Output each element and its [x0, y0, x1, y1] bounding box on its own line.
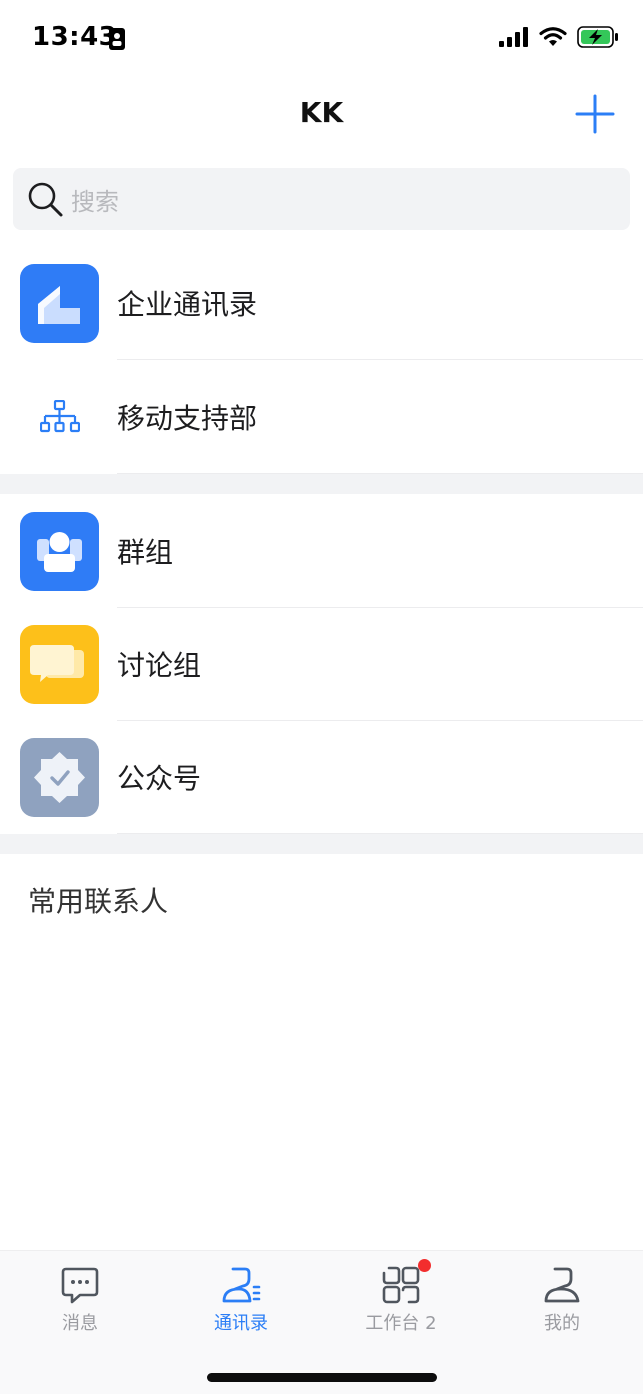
add-button[interactable] — [575, 94, 615, 134]
official-account-icon — [20, 737, 99, 817]
search-input[interactable]: 搜索 — [13, 168, 630, 230]
tab-label: 消息 — [62, 1313, 98, 1334]
tab-label: 工作台 2 — [365, 1313, 437, 1334]
plus-icon — [575, 94, 615, 134]
list-item-groups[interactable]: 群组 — [0, 494, 643, 608]
list-item-label: 企业通讯录 — [117, 288, 258, 321]
enterprise-directory-icon — [20, 263, 99, 343]
list-item-discussion-groups[interactable]: 讨论组 — [0, 607, 643, 721]
tab-workbench[interactable]: 工作台 2 — [321, 1259, 481, 1335]
list-item-official-accounts[interactable]: 公众号 — [0, 720, 643, 834]
status-time: 13:43 — [32, 22, 118, 52]
discussion-icon — [20, 624, 99, 704]
nav-bar: KK — [0, 78, 643, 158]
status-bar: 13:43 — [0, 0, 643, 78]
tab-label: 我的 — [544, 1313, 580, 1334]
workbench-icon-wrap — [381, 1259, 431, 1305]
notification-badge — [418, 1259, 431, 1272]
search-placeholder: 搜索 — [71, 187, 119, 216]
message-icon — [61, 1267, 99, 1304]
signal-icon — [499, 27, 528, 47]
contacts-icon — [222, 1267, 261, 1303]
page-title: KK — [299, 96, 344, 129]
search-icon — [28, 182, 63, 217]
status-indicators — [499, 26, 619, 48]
home-indicator[interactable] — [207, 1373, 437, 1382]
list-item-label: 讨论组 — [117, 649, 202, 682]
tab-contacts[interactable]: 通讯录 — [161, 1265, 321, 1335]
tab-label: 通讯录 — [214, 1313, 268, 1334]
list-item-enterprise-directory[interactable]: 企业通讯录 — [0, 246, 643, 360]
org-chart-icon — [20, 378, 99, 457]
portrait-lock-icon — [109, 28, 125, 50]
section-separator — [0, 834, 643, 854]
section-separator — [0, 474, 643, 494]
battery-charging-icon — [577, 26, 618, 48]
profile-icon — [544, 1267, 580, 1303]
list-item-label: 群组 — [117, 536, 174, 569]
tab-profile[interactable]: 我的 — [482, 1265, 642, 1335]
list-item-label: 移动支持部 — [117, 402, 258, 435]
group-icon — [20, 511, 99, 591]
wifi-icon — [539, 27, 567, 46]
workbench-icon — [382, 1266, 420, 1304]
list-item-label: 公众号 — [117, 762, 202, 795]
frequent-contacts-header: 常用联系人 — [28, 885, 169, 918]
tab-messages[interactable]: 消息 — [0, 1265, 160, 1335]
list-item-mobile-support-dept[interactable]: 移动支持部 — [0, 360, 643, 474]
